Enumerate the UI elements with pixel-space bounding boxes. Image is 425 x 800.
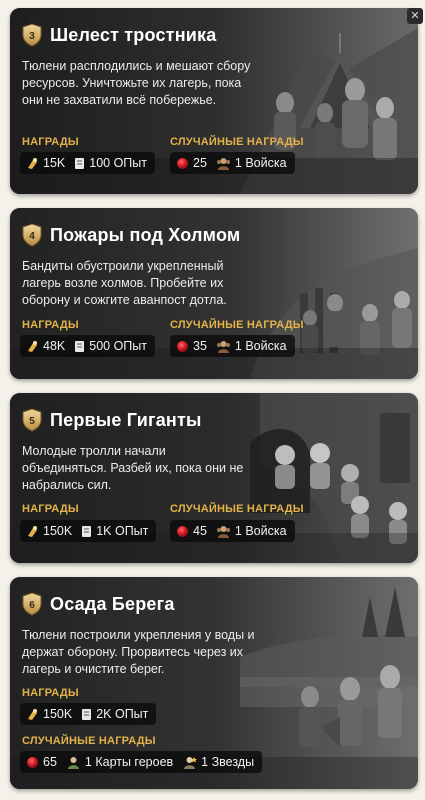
xp-book-icon xyxy=(75,340,85,352)
ruby-icon xyxy=(177,340,188,352)
rewards-label: НАГРАДЫ xyxy=(22,687,79,699)
reward-ruby-amount: 45 xyxy=(193,524,207,538)
rewards-label: НАГРАДЫ xyxy=(22,319,79,331)
reward-ruby: 65 xyxy=(26,755,57,769)
reward-troops: 1 Войска xyxy=(216,524,287,538)
quest-number: 5 xyxy=(29,416,35,427)
random-rewards-label: СЛУЧАЙНЫЕ НАГРАДЫ xyxy=(170,503,304,515)
stars-icon xyxy=(184,756,198,769)
reward-ruby: 45 xyxy=(176,524,207,538)
reward-xp-amount: 500 ОПыт xyxy=(89,339,147,353)
random-rewards-pill: 25 1 Войска xyxy=(170,152,295,174)
food-icon xyxy=(28,708,37,720)
quest-title: Пожары под Холмом xyxy=(50,224,241,245)
random-rewards-pill: 45 1 Войска xyxy=(170,520,295,542)
quest-number: 6 xyxy=(29,600,35,611)
reward-xp-amount: 2K ОПыт xyxy=(96,707,149,721)
reward-troops: 1 Войска xyxy=(216,339,287,353)
rewards-pill: 150K 1K ОПыт xyxy=(20,520,157,542)
quest-description: Молодые тролли начали объединяться. Разб… xyxy=(22,444,244,492)
reward-troops-amount: 1 Войска xyxy=(234,524,287,538)
reward-ruby-amount: 25 xyxy=(193,156,207,170)
reward-food: 15K xyxy=(26,156,65,170)
quest-number: 4 xyxy=(29,231,35,242)
reward-troops-amount: 1 Войска xyxy=(234,339,287,353)
random-rewards-label: СЛУЧАЙНЫЕ НАГРАДЫ xyxy=(170,136,304,148)
quest-title: Первые Гиганты xyxy=(50,409,202,430)
food-icon xyxy=(28,340,37,352)
random-rewards-label: СЛУЧАЙНЫЕ НАГРАДЫ xyxy=(22,735,156,747)
reward-food-amount: 150K xyxy=(43,524,73,538)
quest-card[interactable]: 5 Первые Гиганты Молодые тролли начали о… xyxy=(10,393,418,563)
reward-xp-amount: 100 ОПыт xyxy=(89,156,147,170)
ruby-icon xyxy=(177,525,188,537)
reward-troops: 1 Войска xyxy=(216,156,287,170)
quest-number-badge-icon: 5 xyxy=(22,408,42,432)
random-rewards-label: СЛУЧАЙНЫЕ НАГРАДЫ xyxy=(170,319,304,331)
reward-food-amount: 15K xyxy=(43,156,66,170)
food-icon xyxy=(28,525,37,537)
troops-icon xyxy=(216,525,230,538)
troops-icon xyxy=(216,340,230,353)
quest-description: Тюлени расплодились и мешают сбору ресур… xyxy=(22,59,251,107)
reward-ruby-amount: 35 xyxy=(193,339,207,353)
troops-icon xyxy=(216,157,230,170)
rewards-pill: 48K 500 ОПыт xyxy=(20,335,155,357)
random-rewards-pill: 65 1 Карты героев 1 Звезды xyxy=(20,751,263,773)
quest-card[interactable]: 3 Шелест тростника Тюлени расплодились и… xyxy=(10,8,418,194)
reward-food: 48K xyxy=(26,339,65,353)
reward-hero-cards-amount: 1 Карты героев xyxy=(84,755,174,769)
reward-food-amount: 150K xyxy=(43,707,73,721)
quest-number-badge-icon: 6 xyxy=(22,592,42,616)
reward-food: 150K xyxy=(26,524,72,538)
reward-xp: 2K ОПыт xyxy=(81,707,148,721)
quest-card[interactable]: 6 Осада Берега Тюлени построили укреплен… xyxy=(10,577,418,789)
rewards-label: НАГРАДЫ xyxy=(22,136,79,148)
ruby-icon xyxy=(27,756,38,768)
ruby-icon xyxy=(177,157,188,169)
reward-food-amount: 48K xyxy=(43,339,66,353)
reward-xp: 500 ОПыт xyxy=(74,339,147,353)
reward-ruby: 35 xyxy=(176,339,207,353)
xp-book-icon xyxy=(75,157,85,169)
close-button[interactable]: ✕ xyxy=(407,8,423,24)
xp-book-icon xyxy=(82,708,92,720)
reward-food: 150K xyxy=(26,707,72,721)
rewards-pill: 150K 2K ОПыт xyxy=(20,703,157,725)
quest-title: Шелест тростника xyxy=(50,24,217,45)
food-icon xyxy=(28,157,37,169)
quest-description: Тюлени построили укрепления у воды и дер… xyxy=(22,628,255,676)
quest-number: 3 xyxy=(29,31,35,42)
reward-xp-amount: 1K ОПыт xyxy=(96,524,149,538)
reward-hero-cards: 1 Карты героев xyxy=(66,755,173,769)
xp-book-icon xyxy=(82,525,92,537)
random-rewards-pill: 35 1 Войска xyxy=(170,335,295,357)
quest-number-badge-icon: 3 xyxy=(22,23,42,47)
rewards-label: НАГРАДЫ xyxy=(22,503,79,515)
quest-title: Осада Берега xyxy=(50,593,175,614)
reward-troops-amount: 1 Войска xyxy=(234,156,287,170)
reward-stars-amount: 1 Звезды xyxy=(201,755,255,769)
quest-description: Бандиты обустроили укрепленный лагерь во… xyxy=(22,259,227,307)
reward-ruby-amount: 65 xyxy=(43,755,57,769)
hero-cards-icon xyxy=(67,756,79,769)
reward-xp: 1K ОПыт xyxy=(81,524,148,538)
reward-ruby: 25 xyxy=(176,156,207,170)
reward-xp: 100 ОПыт xyxy=(74,156,147,170)
quest-number-badge-icon: 4 xyxy=(22,223,42,247)
reward-stars: 1 Звезды xyxy=(182,755,254,769)
quest-feed: 3 Шелест тростника Тюлени расплодились и… xyxy=(0,0,425,800)
rewards-pill: 15K 100 ОПыт xyxy=(20,152,155,174)
quest-card[interactable]: 4 Пожары под Холмом Бандиты обустроили у… xyxy=(10,208,418,379)
